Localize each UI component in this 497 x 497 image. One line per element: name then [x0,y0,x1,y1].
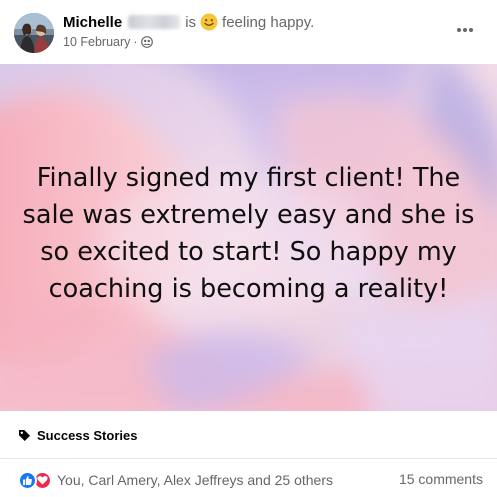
avatar-photo [14,13,54,53]
post-header: Michelle is feeling happy. 10 February · [0,0,497,64]
meta-separator: · [133,35,138,49]
author-avatar[interactable] [14,13,54,53]
post-card: Michelle is feeling happy. 10 February · [0,0,497,497]
topic-tag-label: Success Stories [37,427,138,443]
smile-emoji-icon [200,13,218,31]
feeling-activity[interactable]: feeling happy. [222,14,314,31]
author-name[interactable]: Michelle [63,14,122,31]
like-icon [18,470,37,490]
post-meta: 10 February · [63,34,153,50]
post-title-line: Michelle is feeling happy. [63,12,314,32]
group-icon [140,36,153,48]
more-options-icon[interactable] [453,18,477,42]
status-verb: is [185,13,197,31]
reactions-summary[interactable]: You, Carl Amery, Alex Jeffreys and 25 ot… [18,470,333,490]
topic-tag[interactable]: Success Stories [18,426,137,444]
divider [0,458,497,459]
post-image[interactable]: Finally signed my first client! The sale… [0,64,497,411]
reaction-icons [18,470,52,490]
post-date[interactable]: 10 February [63,35,130,49]
reaction-names: You, Carl Amery, Alex Jeffreys and 25 ot… [57,472,334,488]
redacted-surname [128,15,181,29]
comments-count[interactable]: 15 comments [399,471,483,487]
tag-icon [18,429,31,442]
image-caption-text: Finally signed my first client! The sale… [22,163,475,304]
